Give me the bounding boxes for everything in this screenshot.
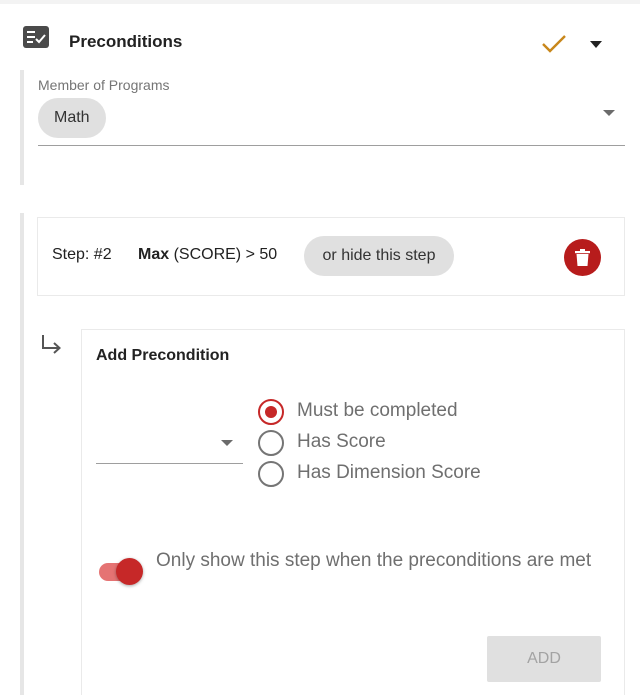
step-condition-keyword: Max	[138, 246, 170, 263]
radio-label-must-be-completed[interactable]: Must be completed	[297, 400, 458, 422]
section-indent-bar	[20, 70, 24, 185]
section-indent-bar	[20, 213, 24, 695]
section-title: Preconditions	[69, 32, 183, 51]
precondition-select-underline	[96, 463, 243, 464]
hide-step-chip[interactable]: or hide this step	[304, 236, 454, 276]
radio-must-be-completed[interactable]	[258, 399, 284, 425]
radio-label-has-score[interactable]: Has Score	[297, 431, 386, 453]
programs-dropdown-icon[interactable]	[603, 110, 615, 116]
radio-has-dimension-score[interactable]	[258, 461, 284, 487]
toggle-label: Only show this step when the preconditio…	[156, 550, 592, 571]
program-chip[interactable]: Math	[38, 98, 106, 138]
delete-step-button[interactable]	[564, 239, 601, 276]
add-precondition-title: Add Precondition	[96, 347, 230, 364]
precondition-step-select[interactable]	[96, 430, 243, 463]
checklist-icon	[23, 26, 49, 48]
programs-label: Member of Programs	[38, 77, 170, 93]
top-divider	[0, 0, 640, 4]
programs-select-underline	[38, 145, 625, 146]
step-number: Step: #2	[52, 246, 112, 263]
chevron-down-icon[interactable]	[590, 41, 602, 48]
radio-has-score[interactable]	[258, 430, 284, 456]
radio-label-has-dimension-score[interactable]: Has Dimension Score	[297, 462, 481, 484]
add-precondition-button[interactable]: ADD	[487, 636, 601, 682]
checkmark-icon[interactable]	[541, 33, 567, 55]
subdirectory-arrow-icon	[40, 333, 64, 357]
step-condition-text: (SCORE) > 50	[173, 246, 278, 263]
step-condition: Max (SCORE) > 50	[138, 246, 277, 264]
trash-icon	[575, 249, 590, 266]
toggle-thumb	[116, 558, 143, 585]
only-show-when-met-toggle[interactable]	[96, 557, 144, 587]
precondition-select-dropdown-icon[interactable]	[221, 440, 233, 446]
